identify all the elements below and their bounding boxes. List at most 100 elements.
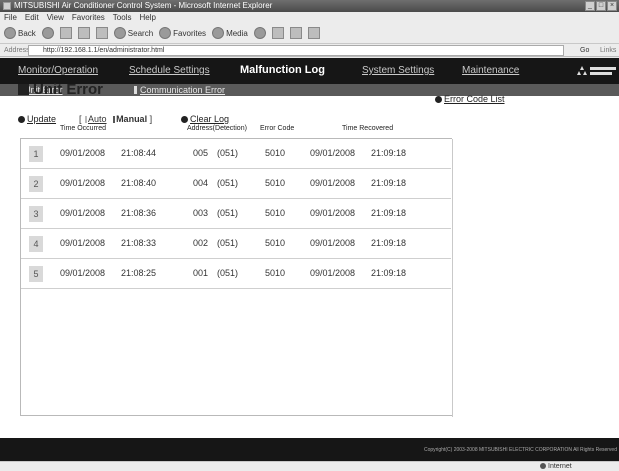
- window-title: MITSUBISHI Air Conditioner Control Syste…: [14, 1, 273, 10]
- header-time-recovered: Time Recovered: [342, 125, 394, 132]
- manual-option[interactable]: Manual: [116, 114, 147, 124]
- go-button[interactable]: Go: [580, 44, 589, 57]
- page-title-text: Unit Error: [33, 81, 104, 98]
- favorites-label: Favorites: [173, 28, 207, 38]
- media-icon: [212, 27, 225, 39]
- mitsubishi-logo: [577, 66, 616, 75]
- menu-bar: File Edit View Favorites Tools Help: [0, 12, 619, 23]
- cell-detection: (051): [217, 238, 239, 248]
- edit-icon[interactable]: [307, 27, 320, 39]
- nav-malfunction-log[interactable]: Malfunction Log: [240, 64, 325, 76]
- table-row: 1 09/01/2008 21:08:44 005 (051) 5010 09/…: [21, 139, 451, 169]
- mail-icon[interactable]: [271, 27, 284, 39]
- cell-time-occurred: 21:08:25: [121, 268, 157, 278]
- back-button[interactable]: Back: [4, 27, 36, 39]
- cell-date-recovered: 09/01/2008: [310, 148, 356, 158]
- copyright-text: Copyright(C) 2003-2008 MITSUBISHI ELECTR…: [423, 447, 617, 453]
- cell-error-code: 5010: [265, 268, 286, 278]
- star-icon: [159, 27, 172, 39]
- menu-help[interactable]: Help: [139, 12, 155, 23]
- cell-address: 005: [193, 148, 209, 158]
- auto-option[interactable]: Auto: [88, 114, 107, 124]
- nav-maintenance[interactable]: Maintenance: [462, 65, 519, 76]
- history-icon[interactable]: [253, 27, 266, 39]
- cell-error-code: 5010: [265, 178, 286, 188]
- manual-marker-icon: [113, 116, 116, 124]
- subnav-communication-error[interactable]: Communication Error: [134, 84, 225, 96]
- row-number: 2: [29, 176, 43, 192]
- bullet-icon: [435, 96, 442, 104]
- browser-statusbar: Internet: [0, 461, 619, 471]
- cell-error-code: 5010: [265, 148, 286, 158]
- media-button[interactable]: Media: [212, 27, 248, 39]
- favorites-button[interactable]: Favorites: [159, 27, 206, 39]
- window-titlebar: MITSUBISHI Air Conditioner Control Syste…: [0, 0, 619, 12]
- cell-address: 002: [193, 238, 209, 248]
- bullet-icon: [181, 116, 188, 124]
- menu-view[interactable]: View: [47, 12, 64, 23]
- browser-toolbar: Back Search Favorites Media: [0, 23, 619, 44]
- table-row: 2 09/01/2008 21:08:40 004 (051) 5010 09/…: [21, 169, 451, 199]
- nav-system-settings[interactable]: System Settings: [362, 65, 434, 76]
- address-bar: Address http://192.168.1.1/en/administra…: [0, 44, 619, 57]
- cell-date-recovered: 09/01/2008: [310, 208, 356, 218]
- stop-icon[interactable]: [59, 27, 72, 39]
- title-square-icon: [18, 84, 29, 95]
- cell-date-recovered: 09/01/2008: [310, 268, 356, 278]
- browser-icon: [3, 2, 11, 10]
- error-code-list-link[interactable]: Error Code List: [435, 94, 505, 104]
- auto-marker-icon: [85, 116, 88, 124]
- row-number: 1: [29, 146, 43, 162]
- close-button[interactable]: ×: [607, 1, 617, 11]
- back-icon: [4, 27, 16, 39]
- maximize-button[interactable]: □: [596, 1, 606, 11]
- menu-file[interactable]: File: [4, 12, 17, 23]
- cell-time-occurred: 21:08:36: [121, 208, 157, 218]
- cell-time-recovered: 21:09:18: [371, 268, 407, 278]
- update-label: Update: [27, 114, 57, 124]
- home-icon[interactable]: [95, 27, 108, 39]
- mode-bracket-open: [: [79, 114, 82, 124]
- cell-address: 004: [193, 178, 209, 188]
- links-button[interactable]: Links: [600, 44, 616, 57]
- header-error-code: Error Code: [260, 125, 295, 132]
- print-icon[interactable]: [289, 27, 302, 39]
- cell-date-recovered: 09/01/2008: [310, 178, 356, 188]
- cell-error-code: 5010: [265, 238, 286, 248]
- minimize-button[interactable]: _: [585, 1, 595, 11]
- cell-date-occurred: 09/01/2008: [60, 268, 106, 278]
- search-button[interactable]: Search: [113, 27, 153, 39]
- back-label: Back: [18, 28, 36, 38]
- cell-address: 003: [193, 208, 209, 218]
- cell-time-occurred: 21:08:40: [121, 178, 157, 188]
- update-link[interactable]: Update: [18, 114, 56, 124]
- cell-time-occurred: 21:08:44: [121, 148, 157, 158]
- cell-detection: (051): [217, 148, 239, 158]
- clear-log-link[interactable]: Clear Log: [181, 114, 229, 124]
- refresh-icon[interactable]: [77, 27, 90, 39]
- address-label: Address: [4, 47, 30, 54]
- cell-time-recovered: 21:09:18: [371, 148, 407, 158]
- cell-date-occurred: 09/01/2008: [60, 238, 106, 248]
- address-input[interactable]: http://192.168.1.1/en/administrator.html: [28, 45, 564, 56]
- menu-favorites[interactable]: Favorites: [72, 12, 105, 23]
- header-time-occurred: Time Occurred: [60, 125, 107, 132]
- menu-edit[interactable]: Edit: [25, 12, 39, 23]
- clear-log-label: Clear Log: [190, 114, 230, 124]
- page-footer: Copyright(C) 2003-2008 MITSUBISHI ELECTR…: [0, 438, 619, 461]
- cell-time-recovered: 21:09:18: [371, 238, 407, 248]
- security-zone: Internet: [540, 462, 572, 471]
- row-number: 4: [29, 236, 43, 252]
- cell-date-recovered: 09/01/2008: [310, 238, 356, 248]
- header-address: Address(Detection): [187, 125, 247, 132]
- menu-tools[interactable]: Tools: [113, 12, 132, 23]
- forward-icon[interactable]: [41, 27, 54, 39]
- bullet-icon: [18, 116, 25, 124]
- nav-monitor-operation[interactable]: Monitor/Operation: [18, 65, 98, 76]
- mode-bracket-close: ]: [149, 114, 153, 124]
- nav-schedule-settings[interactable]: Schedule Settings: [129, 65, 210, 76]
- table-row: 3 09/01/2008 21:08:36 003 (051) 5010 09/…: [21, 199, 451, 229]
- table-row: 4 09/01/2008 21:08:33 002 (051) 5010 09/…: [21, 229, 451, 259]
- row-number: 5: [29, 266, 43, 282]
- cell-date-occurred: 09/01/2008: [60, 208, 106, 218]
